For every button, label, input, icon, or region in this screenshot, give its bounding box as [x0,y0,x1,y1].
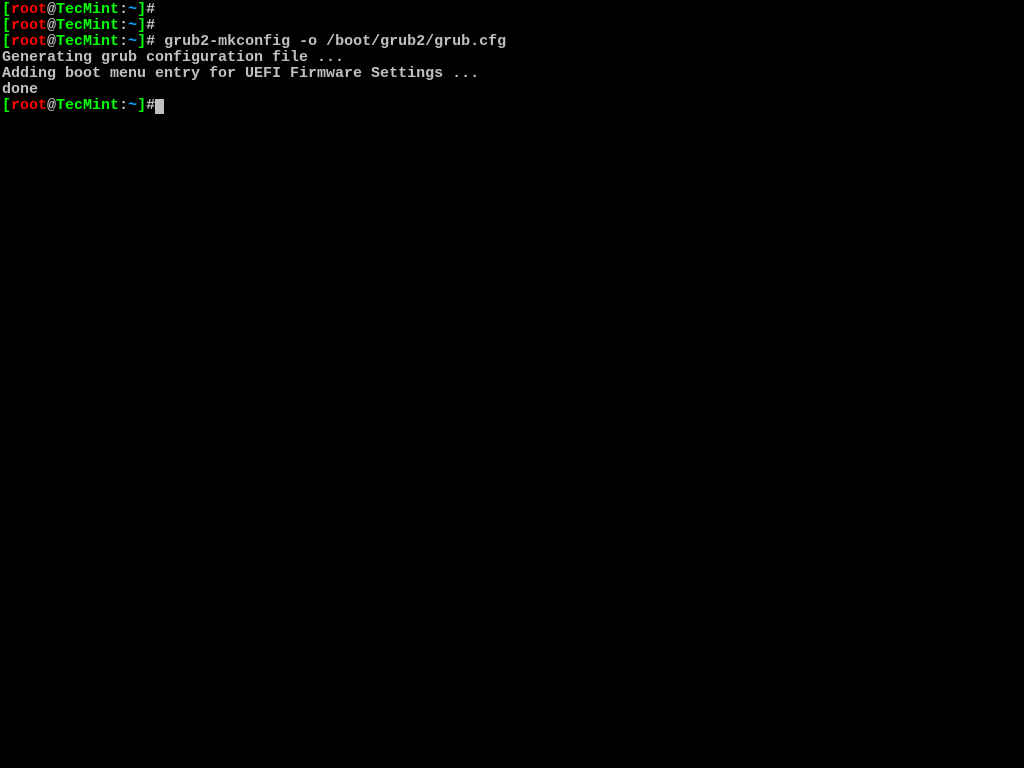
prompt-hash: # [146,17,155,34]
prompt-host: TecMint [56,97,119,114]
prompt-hash: # [146,1,155,18]
bracket-open: [ [2,17,11,34]
bracket-close: ] [137,97,146,114]
bracket-open: [ [2,33,11,50]
prompt-hash: # [146,97,155,114]
prompt-user: root [11,33,47,50]
prompt-line-3: [root@TecMint:~]# grub2-mkconfig -o /boo… [2,34,1022,50]
prompt-host: TecMint [56,33,119,50]
cursor-icon [155,99,164,114]
prompt-colon: : [119,1,128,18]
output-line-3: done [2,82,1022,98]
prompt-line-1: [root@TecMint:~]# [2,2,1022,18]
prompt-path: ~ [128,33,137,50]
command-text: grub2-mkconfig -o /boot/grub2/grub.cfg [155,33,506,50]
output-line-2: Adding boot menu entry for UEFI Firmware… [2,66,1022,82]
bracket-close: ] [137,33,146,50]
prompt-at: @ [47,1,56,18]
prompt-user: root [11,1,47,18]
prompt-at: @ [47,97,56,114]
prompt-line-4: [root@TecMint:~]# [2,98,1022,114]
prompt-at: @ [47,17,56,34]
bracket-open: [ [2,97,11,114]
prompt-hash: # [146,33,155,50]
terminal-output[interactable]: [root@TecMint:~]# [root@TecMint:~]# [roo… [2,2,1022,114]
prompt-path: ~ [128,17,137,34]
prompt-path: ~ [128,97,137,114]
prompt-colon: : [119,97,128,114]
prompt-line-2: [root@TecMint:~]# [2,18,1022,34]
bracket-close: ] [137,17,146,34]
prompt-at: @ [47,33,56,50]
prompt-colon: : [119,33,128,50]
prompt-user: root [11,17,47,34]
prompt-host: TecMint [56,1,119,18]
prompt-colon: : [119,17,128,34]
prompt-path: ~ [128,1,137,18]
output-line-1: Generating grub configuration file ... [2,50,1022,66]
prompt-host: TecMint [56,17,119,34]
bracket-close: ] [137,1,146,18]
bracket-open: [ [2,1,11,18]
prompt-user: root [11,97,47,114]
